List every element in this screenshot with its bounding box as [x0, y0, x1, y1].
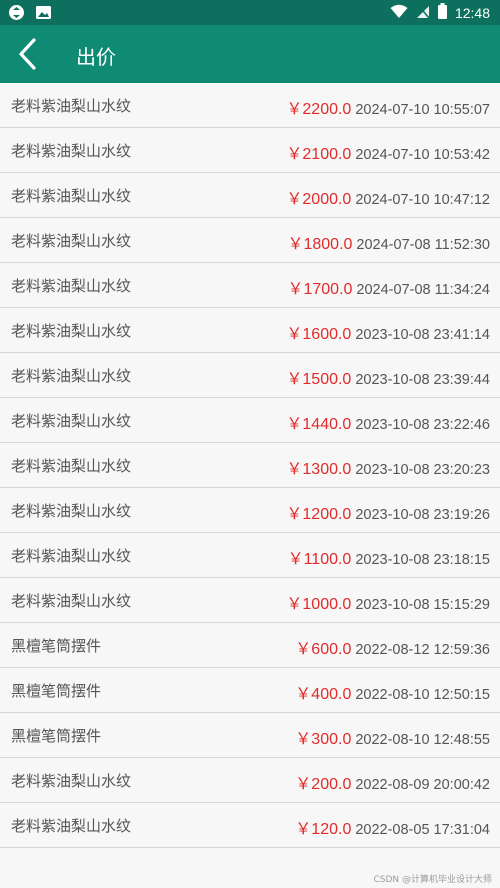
list-item[interactable]: 老料紫油梨山水纹 ￥1100.0 2023-10-08 23:18:15: [0, 533, 500, 578]
item-name: 老料紫油梨山水纹: [11, 547, 132, 565]
item-name: 老料紫油梨山水纹: [11, 592, 132, 610]
bid-price: ￥300.0: [295, 731, 352, 748]
sync-icon: [8, 4, 25, 25]
bid-time: 2023-10-08 23:41:14: [355, 327, 490, 343]
bid-price: ￥200.0: [295, 776, 352, 793]
list-item[interactable]: 老料紫油梨山水纹 ￥200.0 2022-08-09 20:00:42: [0, 758, 500, 803]
list-item[interactable]: 老料紫油梨山水纹 ￥120.0 2022-08-05 17:31:04: [0, 803, 500, 848]
chevron-left-icon: [19, 38, 36, 70]
item-name: 老料紫油梨山水纹: [11, 97, 132, 115]
bid-time: 2022-08-09 20:00:42: [355, 777, 490, 793]
bid-time: 2023-10-08 23:19:26: [355, 507, 490, 523]
item-name: 黑檀笔筒摆件: [11, 637, 102, 655]
bid-price: ￥1600.0: [286, 326, 352, 343]
list-item[interactable]: 老料紫油梨山水纹 ￥2000.0 2024-07-10 10:47:12: [0, 173, 500, 218]
bid-time: 2024-07-10 10:55:07: [355, 102, 490, 118]
image-icon: [35, 5, 52, 24]
list-item[interactable]: 黑檀笔筒摆件 ￥400.0 2022-08-10 12:50:15: [0, 668, 500, 713]
list-item[interactable]: 老料紫油梨山水纹 ￥1500.0 2023-10-08 23:39:44: [0, 353, 500, 398]
list-item[interactable]: 老料紫油梨山水纹 ￥1200.0 2023-10-08 23:19:26: [0, 488, 500, 533]
bid-price: ￥120.0: [295, 821, 352, 838]
bid-price: ￥600.0: [295, 641, 352, 658]
item-name: 老料紫油梨山水纹: [11, 322, 132, 340]
bid-price: ￥1800.0: [287, 236, 353, 253]
bid-time: 2023-10-08 23:20:23: [355, 462, 490, 478]
bid-price: ￥2000.0: [286, 191, 352, 208]
app-toolbar: 出价: [0, 25, 500, 83]
item-name: 老料紫油梨山水纹: [11, 277, 132, 295]
bid-price: ￥1200.0: [286, 506, 352, 523]
item-name: 老料紫油梨山水纹: [11, 817, 132, 835]
item-name: 老料紫油梨山水纹: [11, 367, 132, 385]
battery-icon: [437, 3, 447, 23]
clock: 12:48: [454, 5, 490, 21]
bid-price: ￥400.0: [295, 686, 352, 703]
item-name: 老料紫油梨山水纹: [11, 457, 132, 475]
item-name: 老料紫油梨山水纹: [11, 232, 132, 250]
bid-time: 2022-08-10 12:48:55: [355, 732, 490, 748]
list-item[interactable]: 老料紫油梨山水纹 ￥2200.0 2024-07-10 10:55:07: [0, 83, 500, 128]
list-item[interactable]: 黑檀笔筒摆件 ￥300.0 2022-08-10 12:48:55: [0, 713, 500, 758]
list-item[interactable]: 老料紫油梨山水纹 ￥1700.0 2024-07-08 11:34:24: [0, 263, 500, 308]
bid-price: ￥2200.0: [286, 101, 352, 118]
list-item[interactable]: 老料紫油梨山水纹 ￥1300.0 2023-10-08 23:20:23: [0, 443, 500, 488]
list-item[interactable]: 老料紫油梨山水纹 ￥1000.0 2023-10-08 15:15:29: [0, 578, 500, 623]
wifi-icon: [390, 4, 408, 23]
page-title: 出价: [76, 45, 116, 69]
bid-time: 2022-08-10 12:50:15: [355, 687, 490, 703]
item-name: 黑檀笔筒摆件: [11, 727, 102, 745]
bid-time: 2022-08-05 17:31:04: [355, 822, 490, 838]
list-item[interactable]: 黑檀笔筒摆件 ￥600.0 2022-08-12 12:59:36: [0, 623, 500, 668]
bid-price: ￥1300.0: [286, 461, 352, 478]
list-item[interactable]: 老料紫油梨山水纹 ￥1600.0 2023-10-08 23:41:14: [0, 308, 500, 353]
bid-price: ￥2100.0: [286, 146, 352, 163]
list-item[interactable]: 老料紫油梨山水纹 ￥1440.0 2023-10-08 23:22:46: [0, 398, 500, 443]
bid-price: ￥1500.0: [286, 371, 352, 388]
item-name: 老料紫油梨山水纹: [11, 187, 132, 205]
item-name: 老料紫油梨山水纹: [11, 502, 132, 520]
back-button[interactable]: [14, 37, 44, 71]
item-name: 老料紫油梨山水纹: [11, 142, 132, 160]
item-name: 老料紫油梨山水纹: [11, 772, 132, 790]
bid-price: ￥1700.0: [287, 281, 353, 298]
item-name: 黑檀笔筒摆件: [11, 682, 102, 700]
list-item[interactable]: 老料紫油梨山水纹 ￥1800.0 2024-07-08 11:52:30: [0, 218, 500, 263]
bid-price: ￥1440.0: [286, 416, 352, 433]
item-name: 老料紫油梨山水纹: [11, 412, 132, 430]
bid-time: 2022-08-12 12:59:36: [355, 642, 490, 658]
list-item[interactable]: 老料紫油梨山水纹 ￥2100.0 2024-07-10 10:53:42: [0, 128, 500, 173]
bid-time: 2024-07-10 10:47:12: [355, 192, 490, 208]
status-bar: 12:48: [0, 0, 500, 25]
bid-time: 2024-07-08 11:34:24: [356, 282, 490, 298]
bid-list: 老料紫油梨山水纹 ￥2200.0 2024-07-10 10:55:07 老料紫油…: [0, 83, 500, 848]
no-sim-icon: [416, 4, 430, 23]
bid-time: 2024-07-10 10:53:42: [355, 147, 490, 163]
bid-time: 2023-10-08 15:15:29: [355, 597, 490, 613]
watermark: CSDN @计算机毕业设计大师: [373, 875, 492, 885]
bid-price: ￥1000.0: [286, 596, 352, 613]
bid-time: 2023-10-08 23:18:15: [355, 552, 490, 568]
bid-price: ￥1100.0: [287, 551, 352, 568]
bid-time: 2023-10-08 23:22:46: [355, 417, 490, 433]
bid-time: 2023-10-08 23:39:44: [355, 372, 490, 388]
bid-time: 2024-07-08 11:52:30: [356, 237, 490, 253]
